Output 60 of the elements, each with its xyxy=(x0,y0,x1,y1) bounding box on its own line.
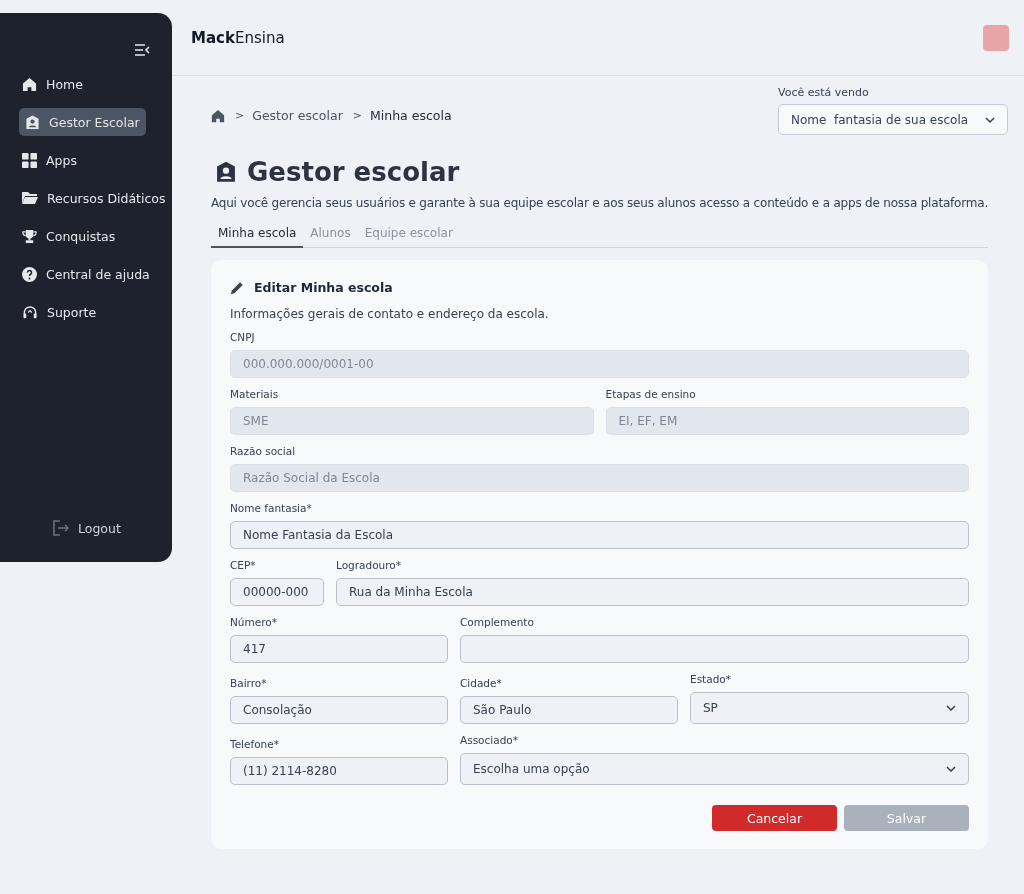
pencil-icon xyxy=(230,280,244,295)
folder-icon xyxy=(22,191,38,205)
person-badge-icon xyxy=(215,161,237,183)
field-label: CNPJ xyxy=(230,331,256,343)
field-label: Etapas de ensino xyxy=(605,388,697,400)
field-label: Materiais xyxy=(230,388,280,400)
tab[interactable]: Minha escola xyxy=(211,222,304,248)
form-subtitle: Informações gerais de contato e endereço da escola. xyxy=(230,307,550,321)
field-label: Associado* xyxy=(460,734,519,746)
field-label: Número* xyxy=(230,616,278,628)
logo: MackEnsina xyxy=(191,28,285,47)
input-field[interactable]: São Paulo xyxy=(460,696,678,724)
page-description: Aqui você gerencia seus usuários e garante à sua equipe escolar e aos seus alunos acesso a conteúdo e a apps de nossa plataforma. xyxy=(211,196,988,210)
input-field[interactable]: Consolação xyxy=(230,696,448,724)
sidebar-item[interactable]: Apps xyxy=(19,146,80,174)
field-label: Estado* xyxy=(690,673,732,685)
field-label: CEP* xyxy=(230,559,257,571)
sidebar-item[interactable]: Conquistas xyxy=(19,222,119,250)
sidebar-item[interactable]: Home xyxy=(19,70,86,98)
input-field[interactable]: 417 xyxy=(230,635,448,663)
home-icon xyxy=(22,76,37,92)
field-label: Bairro* xyxy=(230,677,268,689)
field-label: Nome fantasia* xyxy=(230,502,313,514)
input-field[interactable]: Nome Fantasia da Escola xyxy=(230,521,969,549)
select-field[interactable]: Escolha uma opção xyxy=(460,753,969,785)
input-field[interactable]: Rua da Minha Escola xyxy=(336,578,969,606)
breadcrumb-link[interactable]: Minha escola xyxy=(370,108,452,123)
sidebar-item[interactable]: Central de ajuda xyxy=(19,260,153,288)
field-label: Cidade* xyxy=(460,677,503,689)
input-field[interactable] xyxy=(460,635,969,663)
chevron-down-icon xyxy=(946,705,956,711)
logout-icon xyxy=(53,520,69,536)
sidebar-item[interactable]: Suporte xyxy=(19,298,100,326)
breadcrumb-separator: > xyxy=(235,109,245,122)
help-icon xyxy=(22,266,37,282)
form-title: Editar Minha escola xyxy=(254,280,393,295)
field-label: Telefone* xyxy=(230,738,280,750)
input-field[interactable]: (11) 2114-8280 xyxy=(230,757,448,785)
select-field[interactable]: SP xyxy=(690,692,969,724)
sidebar-item[interactable]: Gestor Escolar xyxy=(19,108,146,136)
input-field[interactable]: 00000-000 xyxy=(230,578,324,606)
school-select[interactable]: Nome fantasia de sua escola xyxy=(778,104,1008,135)
logout-button[interactable]: Logout xyxy=(53,520,172,536)
sidebar-item[interactable]: Recursos Didáticos xyxy=(19,184,169,212)
page-title: Gestor escolar xyxy=(247,157,460,187)
headset-icon xyxy=(22,304,38,320)
breadcrumb-separator: > xyxy=(352,109,362,122)
field-label: Complemento xyxy=(460,616,535,628)
home-icon[interactable] xyxy=(211,108,225,123)
cancel-button[interactable]: Cancelar xyxy=(712,805,837,831)
person-badge-icon xyxy=(25,114,40,130)
trophy-icon xyxy=(22,228,37,244)
breadcrumb-link[interactable]: Gestor escolar xyxy=(252,108,343,123)
collapse-menu-icon[interactable] xyxy=(134,44,150,56)
school-select-label: Você está vendo xyxy=(778,86,870,99)
field-label: Razão social xyxy=(230,445,297,457)
field-label: Logradouro* xyxy=(336,559,402,571)
chevron-down-icon xyxy=(985,116,995,123)
grid-icon xyxy=(22,152,37,168)
chevron-down-icon xyxy=(946,766,956,772)
